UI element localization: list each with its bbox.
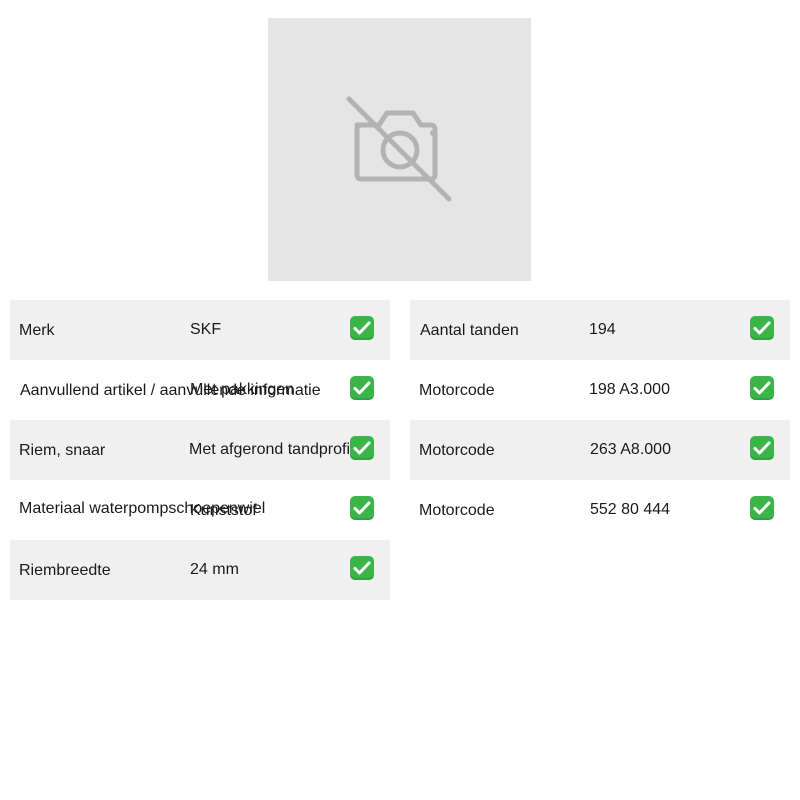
check-mark-icon: [350, 496, 374, 520]
spec-label: Motorcode: [419, 382, 495, 399]
table-row: Materiaal waterpompschoepenwiel Kunststo…: [10, 480, 390, 540]
spec-value: 24 mm: [190, 561, 239, 578]
check-mark-icon: [750, 376, 774, 400]
table-row: Motorcode 198 A3.000: [410, 360, 790, 420]
check-mark-icon: [350, 436, 374, 460]
product-image-placeholder: [268, 18, 531, 281]
check-mark-icon: [750, 496, 774, 520]
spec-value: 552 80 444: [590, 501, 671, 518]
spec-table-right: Aantal tanden 194 Motorcode 198 A3.000 M…: [410, 300, 790, 540]
table-row: Merk SKF: [10, 300, 390, 360]
spec-value: 194: [589, 321, 616, 338]
table-row: Motorcode 552 80 444: [410, 480, 790, 540]
spec-value: Met afgerond tandprofiel: [189, 441, 363, 458]
spec-value: Kunststof: [190, 502, 257, 519]
table-row: Aantal tanden 194: [410, 300, 790, 360]
check-mark-icon: [750, 316, 774, 340]
spec-value: Met pakkingen: [190, 381, 295, 398]
check-mark-icon: [350, 376, 374, 400]
check-mark-icon: [350, 316, 374, 340]
spec-label: Riembreedte: [19, 562, 111, 579]
table-row: Riem, snaar Met afgerond tandprofiel: [10, 420, 390, 480]
spec-label: Merk: [19, 322, 55, 339]
table-row: Aanvullend artikel / aanvullende informa…: [10, 360, 390, 420]
no-camera-icon: [346, 96, 451, 201]
spec-value: SKF: [190, 321, 222, 338]
spec-label: Motorcode: [419, 442, 495, 459]
spec-table-left: Merk SKF Aanvullend artikel / aanvullend…: [10, 300, 390, 600]
spec-label: Riem, snaar: [19, 442, 106, 459]
spec-label: Aantal tanden: [420, 322, 519, 339]
table-row: Motorcode 263 A8.000: [410, 420, 790, 480]
spec-value: 198 A3.000: [589, 381, 670, 398]
table-row: Riembreedte 24 mm: [10, 540, 390, 600]
check-mark-icon: [350, 556, 374, 580]
spec-value: 263 A8.000: [590, 441, 671, 458]
spec-label: Motorcode: [419, 502, 495, 519]
check-mark-icon: [750, 436, 774, 460]
